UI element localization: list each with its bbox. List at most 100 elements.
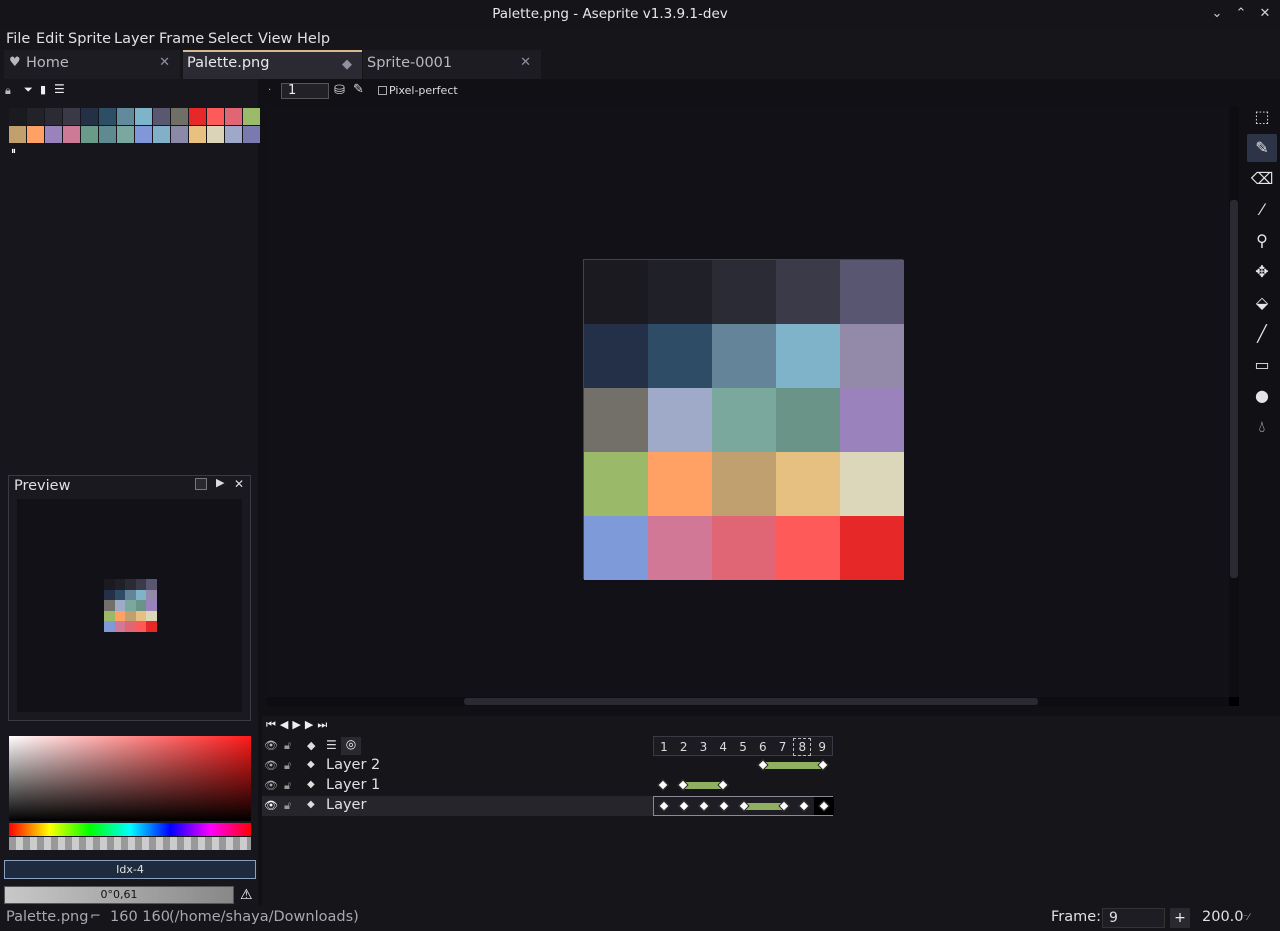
menu-select[interactable]: Select [208,29,253,49]
palette-swatch[interactable] [153,126,170,143]
contour-tool-icon[interactable]: ● [1247,382,1277,410]
palette-swatch[interactable] [135,126,152,143]
tab-palette-modified-icon[interactable]: ◆ [342,57,352,72]
horizontal-scroll-thumb[interactable] [464,698,1038,705]
zoom-dropdown-icon[interactable]: ⁻⁄ [1243,913,1249,923]
layer-row[interactable]: 👁︎ 🔓︎ ◆ Layer 2 [262,756,654,776]
palette-swatch[interactable] [99,108,116,125]
menu-sprite[interactable]: Sprite [68,29,111,49]
layers-menu-icon[interactable]: ☰ [326,738,337,752]
tab-sprite-close-icon[interactable]: ✕ [520,55,531,70]
tab-palette[interactable]: Palette.png ◆ [183,50,362,79]
eye-icon[interactable]: 👁︎ [264,759,278,772]
palette-swatch[interactable] [9,126,26,143]
alpha-slider[interactable] [9,837,251,850]
keyframe-icon[interactable] [798,800,810,812]
palette-swatch[interactable] [27,126,44,143]
palette-swatch[interactable] [207,126,224,143]
palette-swatch[interactable] [63,126,80,143]
palette-options-icon[interactable]: ⏷ [24,83,33,97]
keyframe-icon[interactable] [718,800,730,812]
palette-swatch[interactable] [63,108,80,125]
zoom-tool-icon[interactable]: ⚲ [1247,227,1277,255]
palette-swatch[interactable] [171,126,188,143]
layer-cels[interactable] [653,776,833,796]
tab-sprite-0001[interactable]: Sprite-0001 ✕ [363,50,541,79]
blur-tool-icon[interactable]: 💧︎ [1247,413,1277,441]
frame-header-5[interactable]: 5 [733,737,753,757]
palette-swatch[interactable] [117,126,134,143]
maximize-icon[interactable]: ⌃ [1232,5,1250,23]
eraser-tool-icon[interactable]: ⌫ [1247,165,1277,193]
unlock-icon[interactable]: 🔓︎ [284,779,291,793]
palette-swatch[interactable] [135,108,152,125]
palette-swatch[interactable] [81,108,98,125]
unlock-icon[interactable]: 🔓︎ [284,799,291,813]
palette-swatch[interactable] [117,108,134,125]
continuous-icon[interactable]: ◆ [307,779,315,790]
palette-swatch[interactable] [171,108,188,125]
palette-resize-handle[interactable]: ⏸ [11,146,16,157]
menu-frame[interactable]: Frame [159,29,204,49]
menu-file[interactable]: File [6,29,30,49]
palette-swatch[interactable] [243,126,260,143]
opacity-icon[interactable]: ✎ [353,82,364,97]
layer-row[interactable]: 👁︎ 🔓︎ ◆ Layer [262,796,654,816]
lock-header-icon[interactable]: 🔓︎ [284,739,291,753]
palette-swatch[interactable] [153,108,170,125]
palette-swatch[interactable] [243,108,260,125]
hue-slider[interactable] [9,823,251,836]
preview-close-icon[interactable]: ✕ [234,477,244,491]
keyframe-icon[interactable] [678,800,690,812]
layer-row[interactable]: 👁︎ 🔓︎ ◆ Layer 1 [262,776,654,796]
add-frame-button[interactable]: + [1170,908,1190,928]
pixel-perfect-checkbox[interactable] [378,86,387,95]
palette-swatch[interactable] [189,126,206,143]
palette-swatch[interactable] [9,108,26,125]
continuous-header-icon[interactable]: ◆ [307,739,315,752]
unlock-icon[interactable]: 🔓︎ [284,759,291,773]
new-palette-icon[interactable]: ▮ [40,83,46,96]
palette-menu-icon[interactable]: ☰ [54,82,65,96]
first-frame-icon[interactable]: ⏮ [266,718,280,731]
paint-bucket-tool-icon[interactable]: ⬙ [1247,289,1277,317]
continuous-icon[interactable]: ◆ [307,799,315,810]
layer-name[interactable]: Layer 1 [326,777,380,793]
layer-cels[interactable] [653,756,833,776]
play-icon[interactable]: ▶ [292,718,304,731]
last-frame-icon[interactable]: ⏭ [317,718,331,731]
frame-input[interactable]: 9 [1102,908,1165,928]
ink-icon[interactable]: ⛁ [334,83,345,98]
eyedropper-tool-icon[interactable]: ⁄ [1247,196,1277,224]
prev-frame-icon[interactable]: ◀ [280,718,292,731]
frame-header-7[interactable]: 7 [773,737,793,757]
palette-swatch[interactable] [45,108,62,125]
continuous-icon[interactable]: ◆ [307,759,315,770]
menu-edit[interactable]: Edit [36,29,64,49]
keyframe-icon[interactable] [658,800,670,812]
palette-swatch[interactable] [225,108,242,125]
palette-swatch[interactable] [27,108,44,125]
tab-home[interactable]: ♥ Home ✕ [4,50,180,79]
palette-swatch[interactable] [225,126,242,143]
color-sv-field[interactable] [9,736,251,821]
move-tool-icon[interactable]: ✥ [1247,258,1277,286]
close-window-icon[interactable]: ✕ [1256,5,1274,23]
marquee-tool-icon[interactable]: ⬚ [1247,103,1277,131]
lock-icon[interactable]: 🔒︎ [5,84,11,98]
eye-icon[interactable]: 👁︎ [264,779,278,792]
pencil-tool-icon[interactable]: ✎ [1247,134,1277,162]
minimize-icon[interactable]: ⌄ [1208,5,1226,23]
frame-header-6[interactable]: 6 [753,737,773,757]
sprite-image[interactable] [583,259,904,580]
keyframe-icon[interactable] [657,779,669,791]
warning-icon[interactable]: ⚠ [240,887,253,903]
frame-header-9[interactable]: 9 [812,737,832,757]
preview-fit-icon[interactable] [195,478,207,490]
palette-swatch[interactable] [189,108,206,125]
frame-header-4[interactable]: 4 [713,737,733,757]
layer-name[interactable]: Layer [326,797,366,813]
palette-swatch[interactable] [99,126,116,143]
color-index-field[interactable]: Idx-4 [4,860,256,879]
eye-icon[interactable]: 👁︎ [264,799,278,812]
